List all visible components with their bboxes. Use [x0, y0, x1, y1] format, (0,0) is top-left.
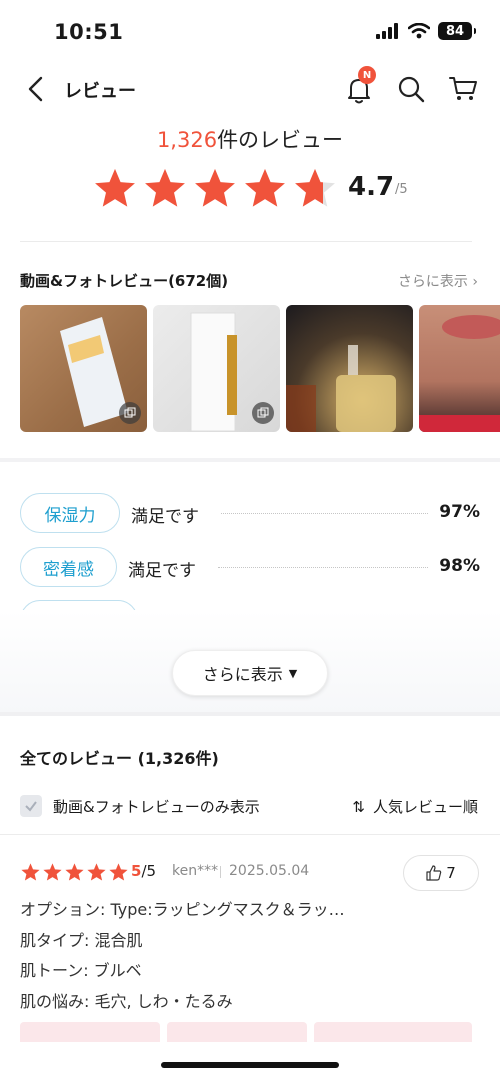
search-icon[interactable]: [396, 74, 426, 104]
review-count-number: 1,326: [156, 128, 218, 152]
chevron-right-icon: ›: [472, 274, 478, 290]
attribute-tag: 密着感: [20, 547, 117, 587]
review-stars: [20, 862, 129, 883]
attribute-percent: 98%: [439, 556, 480, 576]
attribute-row: 密着感 満足です 98%: [20, 547, 480, 587]
all-reviews-title-text: 全てのレビュー: [20, 749, 133, 768]
divider: [20, 241, 472, 242]
star-icon: [195, 168, 235, 207]
review-skin-type: 肌タイプ: 混合肌: [20, 931, 143, 950]
star-icon: [109, 863, 128, 881]
star-icon: [145, 168, 185, 207]
attribute-percent: 97%: [439, 502, 480, 522]
page-title: レビュー: [64, 81, 136, 102]
review-date: 2025.05.04: [229, 863, 310, 879]
review-photo-thumb[interactable]: [167, 1022, 307, 1042]
review-photo-4[interactable]: [419, 305, 500, 432]
home-indicator: [161, 1062, 339, 1068]
divider: [0, 834, 500, 835]
review-photo-thumb[interactable]: [314, 1022, 472, 1042]
photo-reviews-more-link[interactable]: さらに表示 ›: [398, 271, 478, 291]
like-count: 7: [446, 864, 456, 882]
all-reviews-title: 全てのレビュー (1,326件): [20, 745, 219, 769]
star-icon: [43, 863, 62, 881]
status-bar: 10:51 84: [0, 0, 500, 62]
dotted-leader: [221, 513, 428, 514]
attribute-row: 保湿力 満足です 97%: [20, 493, 480, 533]
review-skin-tone: 肌トーン: ブルベ: [20, 961, 142, 980]
caret-down-icon: ▼: [288, 666, 298, 680]
sort-icon: ⇅: [352, 797, 365, 816]
rating-value: 4.7: [348, 172, 395, 202]
cellular-signal-icon: [376, 23, 398, 39]
like-button[interactable]: 7: [403, 855, 479, 891]
face-image: [419, 315, 500, 432]
star-icon: [295, 168, 335, 207]
sort-label: 人気レビュー順: [372, 798, 478, 816]
multi-photo-icon: [119, 402, 141, 424]
multi-photo-icon: [252, 402, 274, 424]
attribute-satisfaction-label: 満足です: [131, 507, 199, 527]
cart-icon[interactable]: [447, 72, 479, 104]
rating-max: /5: [395, 182, 408, 197]
checkmark-icon: [25, 801, 37, 812]
star-icon: [21, 863, 40, 881]
sort-button[interactable]: ⇅ 人気レビュー順: [352, 796, 478, 817]
rating-stars: [92, 166, 338, 212]
review-user: ken***: [172, 863, 219, 879]
review-photo-1[interactable]: [20, 305, 147, 432]
attribute-satisfaction-label: 満足です: [128, 561, 196, 581]
section-separator: [0, 458, 500, 462]
review-score-value: 5: [131, 862, 142, 880]
more-link-label: さらに表示: [397, 274, 468, 290]
all-reviews-count: (1,326件): [137, 749, 219, 768]
review-photo-thumb[interactable]: [20, 1022, 160, 1042]
review-photo-2[interactable]: [153, 305, 280, 432]
dotted-leader: [218, 567, 428, 568]
notification-badge: N: [358, 66, 376, 84]
attribute-tag: 保湿力: [20, 493, 120, 533]
review-option: オプション: Type:ラッピングマスク＆ラッ…: [20, 900, 345, 919]
review-count-suffix: 件のレビュー: [217, 128, 344, 152]
battery-indicator: 84: [438, 22, 476, 40]
wifi-icon: [408, 23, 430, 39]
star-icon: [65, 863, 84, 881]
star-icon: [95, 168, 135, 207]
star-icon: [87, 863, 106, 881]
thumbs-up-icon: [426, 865, 442, 881]
review-count: 1,326件のレビュー: [0, 124, 500, 154]
section-separator: [0, 712, 500, 716]
product-bottle-image: [286, 345, 396, 432]
status-icons: 84: [376, 22, 476, 40]
show-more-button[interactable]: さらに表示 ▼: [172, 650, 328, 696]
review-score-max: /5: [141, 862, 157, 880]
separator: [220, 866, 221, 878]
show-more-label: さらに表示: [202, 665, 283, 684]
app-header: レビュー: [0, 62, 500, 116]
photo-reviews-title: 動画&フォトレビュー(672個): [20, 272, 229, 290]
review-photo-3[interactable]: [286, 305, 413, 432]
star-icon: [245, 168, 285, 207]
photo-review-strip[interactable]: [20, 305, 500, 433]
photo-filter-label[interactable]: 動画&フォトレビューのみ表示: [53, 796, 260, 817]
status-time: 10:51: [54, 20, 124, 44]
review-skin-concern: 肌の悩み: 毛穴, しわ・たるみ: [20, 992, 233, 1011]
back-arrow-icon[interactable]: [22, 75, 50, 103]
review-score: 5/5: [131, 862, 156, 880]
photo-filter-checkbox[interactable]: [20, 795, 42, 817]
